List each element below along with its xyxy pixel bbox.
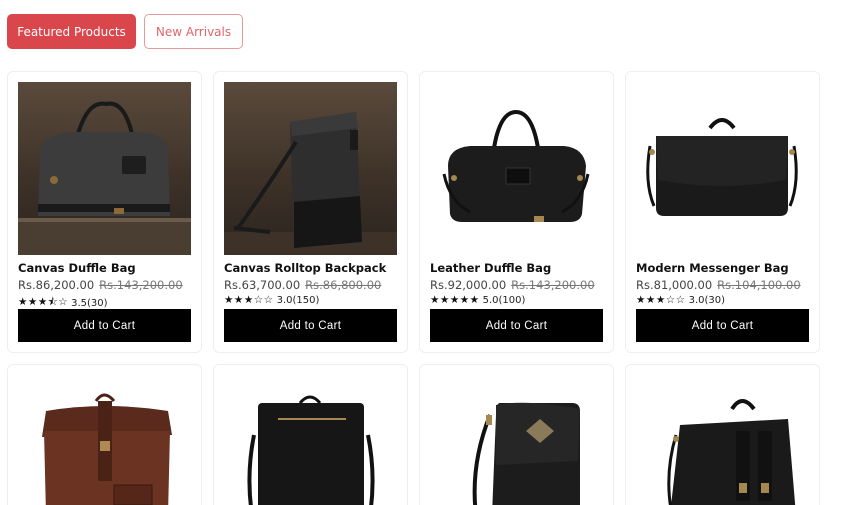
price-row: Rs.81,000.00 Rs.104,100.00 bbox=[636, 278, 801, 292]
leather-duffle-bag-image bbox=[442, 109, 590, 222]
product-price: Rs.81,000.00 bbox=[636, 278, 713, 292]
rating-row: ★★★★★ 5.0(100) bbox=[430, 294, 525, 306]
product-image[interactable] bbox=[224, 82, 397, 255]
add-to-cart-button[interactable]: Add to Cart bbox=[224, 309, 397, 342]
black-flat-messenger-image bbox=[472, 402, 580, 505]
product-old-price: Rs.86,800.00 bbox=[305, 278, 382, 292]
product-card bbox=[7, 364, 202, 505]
product-old-price: Rs.143,200.00 bbox=[511, 278, 595, 292]
product-card bbox=[213, 364, 408, 505]
rating-row: ★★★☆☆ 3.0(30) bbox=[636, 294, 725, 306]
rating-value: 3.0(150) bbox=[276, 294, 320, 306]
product-image[interactable] bbox=[18, 375, 191, 505]
product-price: Rs.92,000.00 bbox=[430, 278, 507, 292]
product-name[interactable]: Canvas Rolltop Backpack bbox=[224, 261, 386, 275]
rating-value: 5.0(100) bbox=[482, 294, 526, 306]
black-buckle-satchel-image bbox=[667, 399, 796, 505]
add-to-cart-button[interactable]: Add to Cart bbox=[430, 309, 603, 342]
add-to-cart-button[interactable]: Add to Cart bbox=[636, 309, 809, 342]
product-price: Rs.63,700.00 bbox=[224, 278, 301, 292]
price-row: Rs.86,200.00 Rs.143,200.00 bbox=[18, 278, 183, 292]
price-row: Rs.63,700.00 Rs.86,800.00 bbox=[224, 278, 381, 292]
price-row: Rs.92,000.00 Rs.143,200.00 bbox=[430, 278, 595, 292]
canvas-rolltop-backpack-image bbox=[224, 112, 397, 255]
product-card: Modern Messenger Bag Rs.81,000.00 Rs.104,… bbox=[625, 71, 820, 353]
black-zip-backpack-image bbox=[247, 395, 375, 505]
rating-row: ★★★☆☆ 3.0(150) bbox=[224, 294, 319, 306]
product-image[interactable] bbox=[18, 82, 191, 255]
product-old-price: Rs.104,100.00 bbox=[717, 278, 801, 292]
product-image[interactable] bbox=[430, 375, 603, 505]
product-card: Canvas Duffle Bag Rs.86,200.00 Rs.143,200… bbox=[7, 71, 202, 353]
product-grid: Canvas Duffle Bag Rs.86,200.00 Rs.143,200… bbox=[7, 71, 820, 505]
tab-featured-products[interactable]: Featured Products bbox=[7, 14, 136, 49]
brown-rolltop-backpack-image bbox=[42, 393, 172, 505]
product-name[interactable]: Modern Messenger Bag bbox=[636, 261, 789, 275]
product-name[interactable]: Leather Duffle Bag bbox=[430, 261, 551, 275]
modern-messenger-bag-image bbox=[646, 118, 798, 216]
product-image[interactable] bbox=[636, 375, 809, 505]
product-card: Leather Duffle Bag Rs.92,000.00 Rs.143,20… bbox=[419, 71, 614, 353]
product-image[interactable] bbox=[224, 375, 397, 505]
product-tabs: Featured Products New Arrivals bbox=[7, 14, 243, 49]
rating-stars-icon: ★★★★★ bbox=[430, 294, 480, 306]
product-card: Canvas Rolltop Backpack Rs.63,700.00 Rs.8… bbox=[213, 71, 408, 353]
rating-value: 3.5(30) bbox=[71, 297, 108, 309]
product-old-price: Rs.143,200.00 bbox=[99, 278, 183, 292]
rating-value: 3.0(30) bbox=[688, 294, 726, 306]
product-card bbox=[625, 364, 820, 505]
product-name[interactable]: Canvas Duffle Bag bbox=[18, 261, 136, 275]
canvas-duffle-bag-image bbox=[18, 101, 191, 255]
rating-stars-icon: ★★★☆☆ bbox=[636, 294, 686, 306]
product-image[interactable] bbox=[636, 82, 809, 255]
product-image[interactable] bbox=[430, 82, 603, 255]
add-to-cart-button[interactable]: Add to Cart bbox=[18, 309, 191, 342]
rating-stars-icon: ★★★☆☆ bbox=[224, 294, 274, 306]
tab-new-arrivals[interactable]: New Arrivals bbox=[144, 14, 243, 49]
product-card bbox=[419, 364, 614, 505]
product-price: Rs.86,200.00 bbox=[18, 278, 95, 292]
